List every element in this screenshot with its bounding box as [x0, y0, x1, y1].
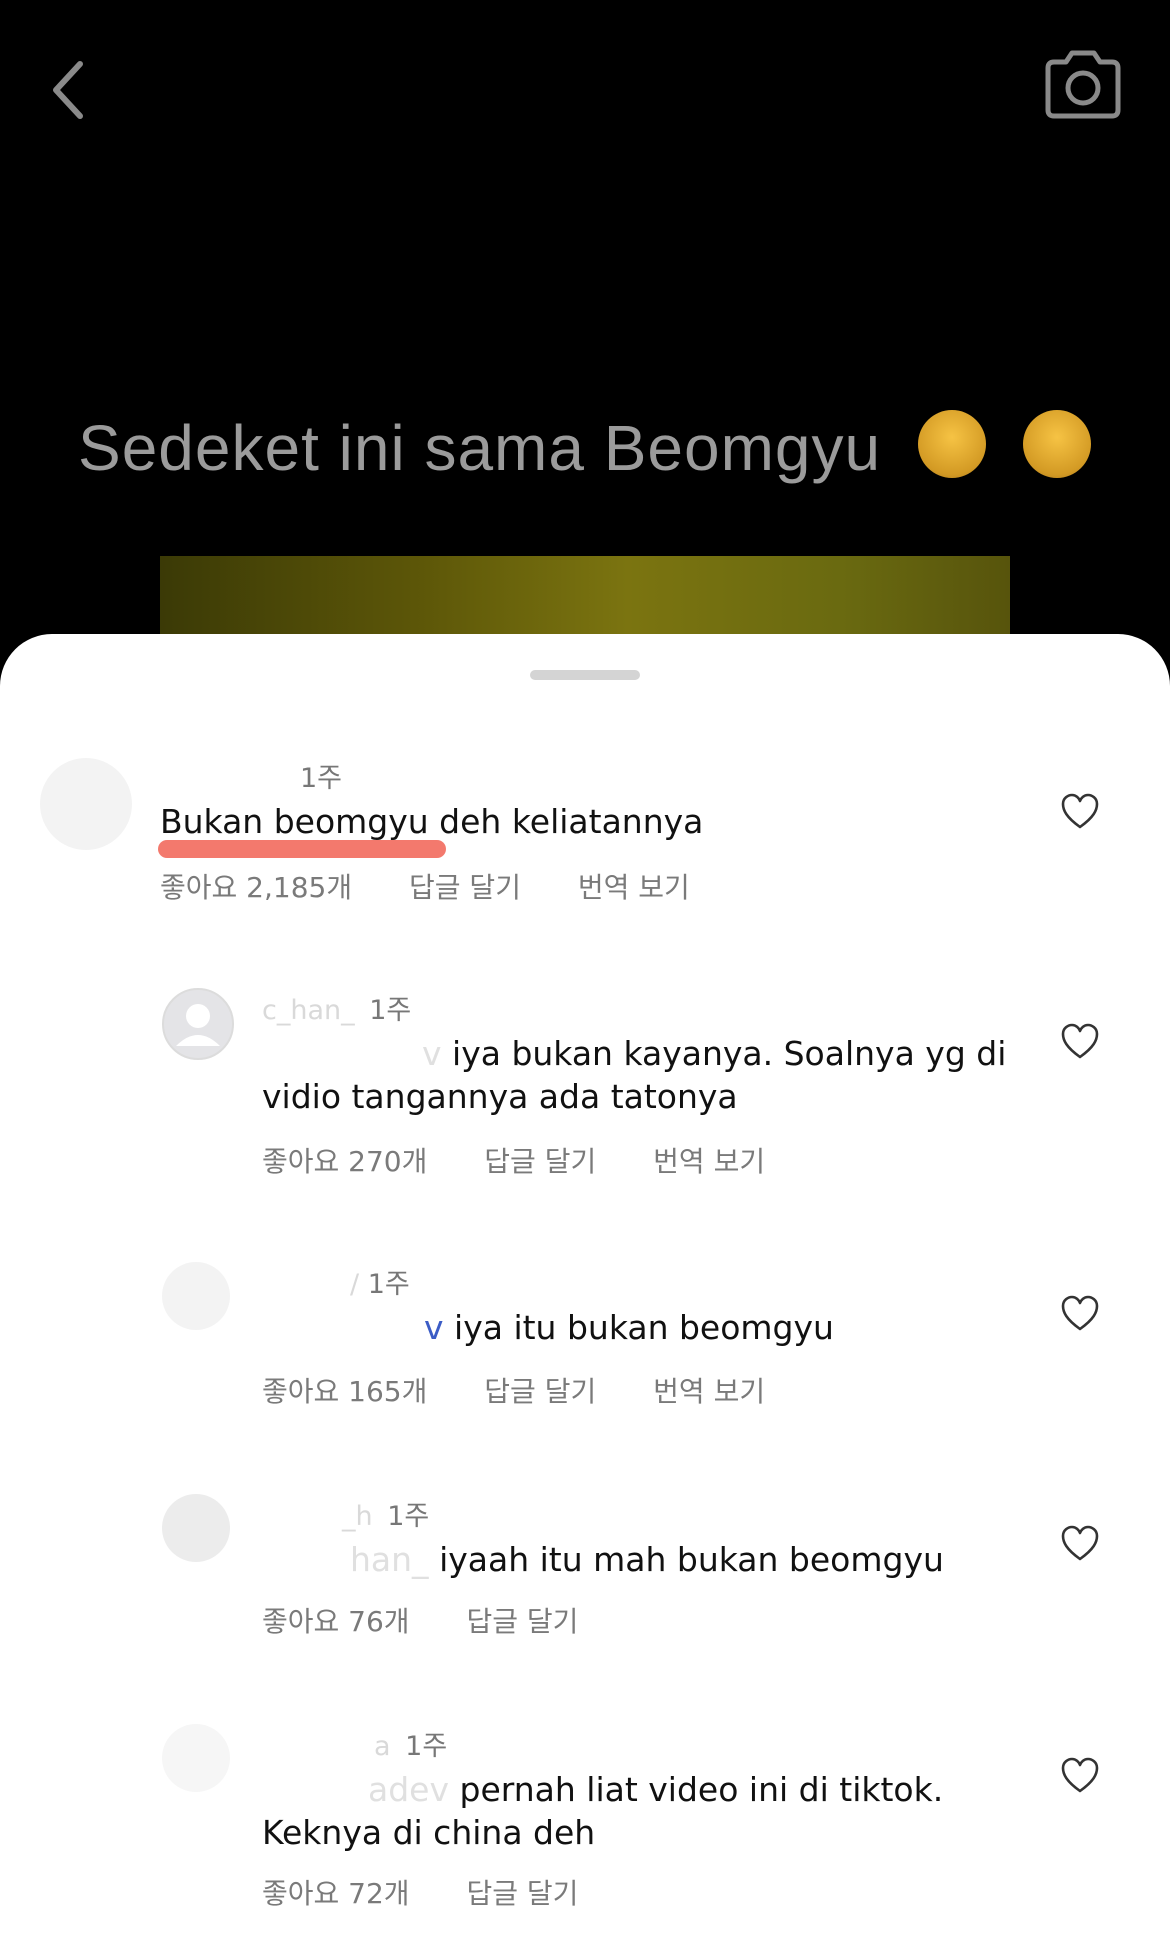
- comment-mention[interactable]: v: [424, 1308, 444, 1347]
- highlight-underline: [158, 840, 446, 858]
- comment-username[interactable]: /: [350, 1269, 359, 1300]
- like-count[interactable]: 좋아요 2,185개: [160, 871, 352, 904]
- comment-mention[interactable]: adev: [368, 1770, 449, 1809]
- comments-sheet: 1주 Bukan beomgyu deh keliatannya 좋아요 2,1…: [0, 634, 1170, 1954]
- comment-body: iya bukan kayanya. Soalnya yg di vidio t…: [262, 1034, 1007, 1116]
- comment-actions: 좋아요 2,185개 답글 달기 번역 보기: [160, 866, 738, 906]
- camera-icon: [1045, 50, 1121, 119]
- comment-body: pernah liat video ini di tiktok. Keknya …: [262, 1770, 944, 1852]
- avatar[interactable]: [40, 758, 132, 850]
- reply-button[interactable]: 답글 달기: [466, 1877, 578, 1910]
- comment-time: 1주: [369, 995, 412, 1026]
- comment-username[interactable]: c_han_: [262, 995, 355, 1026]
- comment-body: iyaah itu mah bukan beomgyu: [439, 1540, 944, 1579]
- comment-text: han_ iyaah itu mah bukan beomgyu: [262, 1538, 1062, 1581]
- comment-username[interactable]: _h: [342, 1501, 373, 1532]
- comment-actions: 좋아요 165개 답글 달기 번역 보기: [262, 1370, 813, 1410]
- video-caption: Sedeket ini sama Beomgyu: [78, 410, 1091, 485]
- screaming-face-icon: [917, 410, 986, 478]
- avatar[interactable]: [162, 1262, 230, 1330]
- comment-text: adev pernah liat video ini di tiktok. Ke…: [262, 1768, 1062, 1854]
- comment-mention[interactable]: han_: [350, 1540, 429, 1579]
- like-count[interactable]: 좋아요 165개: [262, 1375, 427, 1408]
- comment-meta: a 1주: [262, 1724, 447, 1763]
- translate-button[interactable]: 번역 보기: [578, 871, 690, 904]
- heart-icon[interactable]: [1060, 1022, 1100, 1062]
- back-button[interactable]: [40, 50, 100, 130]
- comment-actions: 좋아요 72개 답글 달기: [262, 1872, 626, 1912]
- avatar[interactable]: [162, 988, 234, 1060]
- heart-icon[interactable]: [1060, 792, 1100, 832]
- heart-icon[interactable]: [1060, 1294, 1100, 1334]
- comment-text: Bukan beomgyu deh keliatannya: [160, 800, 960, 843]
- comment-time: 1주: [387, 1501, 430, 1532]
- comment-time: 1주: [405, 1731, 448, 1762]
- comment-username[interactable]: a: [374, 1731, 391, 1762]
- like-count[interactable]: 좋아요 76개: [262, 1605, 410, 1638]
- comment-body: Bukan beomgyu deh keliatannya: [160, 802, 704, 841]
- comment-text: v iya bukan kayanya. Soalnya yg di vidio…: [262, 1032, 1062, 1118]
- reply-button[interactable]: 답글 달기: [484, 1145, 596, 1178]
- reply-button[interactable]: 답글 달기: [409, 871, 521, 904]
- comment-time: 1주: [300, 763, 343, 794]
- comment-text: v iya itu bukan beomgyu: [262, 1306, 1062, 1349]
- comment-meta: 1주: [160, 756, 342, 795]
- like-count[interactable]: 좋아요 72개: [262, 1877, 410, 1910]
- comment-meta: / 1주: [262, 1262, 410, 1301]
- comment-body: iya itu bukan beomgyu: [454, 1308, 834, 1347]
- comment-actions: 좋아요 270개 답글 달기 번역 보기: [262, 1140, 813, 1180]
- user-placeholder-icon: [176, 1004, 220, 1046]
- comment-meta: _h 1주: [262, 1494, 429, 1533]
- heart-icon[interactable]: [1060, 1756, 1100, 1796]
- like-count[interactable]: 좋아요 270개: [262, 1145, 427, 1178]
- video-preview-area: Sedeket ini sama Beomgyu: [0, 0, 1170, 656]
- reply-button[interactable]: 답글 달기: [484, 1375, 596, 1408]
- comment-meta: c_han_ 1주: [262, 988, 411, 1027]
- heart-icon[interactable]: [1060, 1524, 1100, 1564]
- crying-face-icon: [1022, 410, 1091, 478]
- chevron-left-icon: [53, 61, 83, 119]
- comment-actions: 좋아요 76개 답글 달기: [262, 1600, 626, 1640]
- comment-time: 1주: [367, 1269, 410, 1300]
- camera-button[interactable]: [1040, 48, 1126, 124]
- reply-button[interactable]: 답글 달기: [466, 1605, 578, 1638]
- comment-mention[interactable]: v: [422, 1034, 442, 1073]
- avatar[interactable]: [162, 1724, 230, 1792]
- translate-button[interactable]: 번역 보기: [653, 1375, 765, 1408]
- caption-text: Sedeket ini sama Beomgyu: [78, 412, 882, 484]
- sheet-drag-handle[interactable]: [530, 670, 640, 680]
- translate-button[interactable]: 번역 보기: [653, 1145, 765, 1178]
- avatar[interactable]: [162, 1494, 230, 1562]
